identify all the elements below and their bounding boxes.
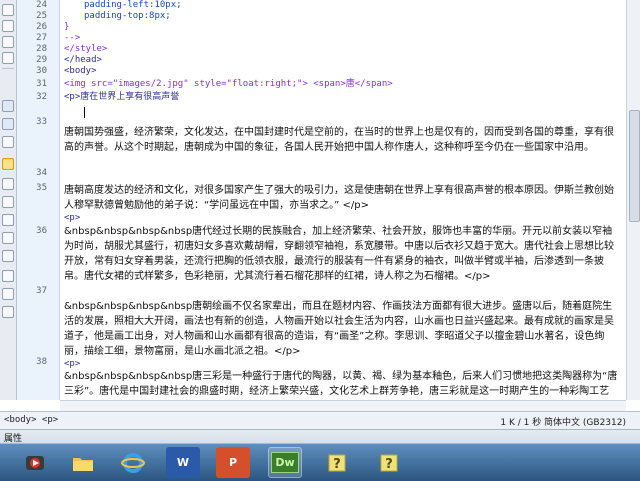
collapse-tag-icon[interactable] xyxy=(2,36,14,48)
line-number: 25 xyxy=(36,11,47,21)
line-number: 33 xyxy=(36,117,47,127)
select-parent-tag-icon[interactable] xyxy=(2,100,14,112)
recent-snippets-icon[interactable] xyxy=(2,232,14,244)
word-label: W xyxy=(176,456,190,469)
code-line: <p> xyxy=(64,213,81,223)
properties-panel-header[interactable]: 属性 xyxy=(0,429,640,444)
highlight-invalid-code-icon[interactable] xyxy=(2,158,14,170)
code-line: </head> xyxy=(64,55,102,65)
folder-icon[interactable] xyxy=(66,447,100,478)
code-line: } xyxy=(64,22,70,32)
line-number: 38 xyxy=(36,357,47,367)
tag-selector[interactable]: <body> <p> xyxy=(4,415,58,425)
line-number: 32 xyxy=(36,92,47,102)
code-view[interactable]: padding-left:10px; padding-top:8px; } --… xyxy=(60,0,626,400)
paragraph-text: &nbsp&nbsp&nbsp&nbsp唐三彩是一种盛行于唐代的陶器，以黄、褐、… xyxy=(64,371,618,397)
line-number: 28 xyxy=(36,44,47,54)
paragraph-text: &nbsp&nbsp&nbsp&nbsp唐代经过长期的民族融合，加上经济繁荣、社… xyxy=(64,226,614,282)
powerpoint-icon[interactable]: P xyxy=(216,447,250,478)
line-numbers-icon[interactable] xyxy=(2,136,14,148)
svg-text:?: ? xyxy=(385,457,393,472)
line-number: 34 xyxy=(36,168,47,178)
dreamweaver-label: Dw xyxy=(271,452,299,473)
dreamweaver-icon[interactable]: Dw xyxy=(268,447,302,478)
line-number: 29 xyxy=(36,55,47,65)
status-info: 1 K / 1 秒 简体中文 (GB2312) xyxy=(500,418,626,428)
line-number-gutter: 24 25 26 27 28 29 30 31 32 33 34 35 36 3… xyxy=(17,0,60,400)
apply-comment-icon[interactable] xyxy=(2,178,14,190)
line-number: 27 xyxy=(36,33,47,43)
line-number: 30 xyxy=(36,66,47,76)
taskbar: W P Dw ? ? xyxy=(0,443,640,481)
powerpoint-label: P xyxy=(228,456,238,469)
open-documents-icon[interactable] xyxy=(2,4,14,16)
scrollbar-thumb[interactable] xyxy=(629,110,640,222)
code-line: <body> xyxy=(64,66,97,76)
text-cursor xyxy=(84,107,85,118)
code-line: <p>唐在世界上享有很高声誉 xyxy=(64,92,180,102)
coding-toolbar xyxy=(0,0,17,400)
move-css-icon[interactable] xyxy=(2,250,14,262)
code-line: padding-top:8px; xyxy=(84,11,171,21)
line-number: 26 xyxy=(36,22,47,32)
paragraph-text: 唐朝高度发达的经济和文化，对很多国家产生了强大的吸引力，这是使唐朝在世界上享有很… xyxy=(64,185,614,211)
wrap-tag-icon[interactable] xyxy=(2,214,14,226)
code-line: </style> xyxy=(64,44,108,54)
internet-explorer-icon[interactable] xyxy=(116,447,150,478)
toolbar-divider xyxy=(2,68,14,69)
line-number: 24 xyxy=(36,0,47,10)
code-line: --> xyxy=(64,33,81,43)
line-number: 36 xyxy=(36,226,47,236)
outdent-code-icon[interactable] xyxy=(2,288,14,300)
line-number: 37 xyxy=(36,286,47,296)
vertical-scrollbar[interactable] xyxy=(626,0,640,400)
line-number: 35 xyxy=(36,183,47,193)
code-line: <img src="images/2.jpg" style="float:rig… xyxy=(64,79,393,89)
balance-braces-icon[interactable] xyxy=(2,118,14,130)
help-icon[interactable]: ? xyxy=(320,447,354,478)
show-code-navigator-icon[interactable] xyxy=(2,20,14,32)
format-source-icon[interactable] xyxy=(2,306,14,318)
media-player-icon[interactable] xyxy=(18,447,52,478)
code-line: padding-left:10px; xyxy=(84,0,182,10)
expand-all-icon[interactable] xyxy=(2,52,14,64)
word-icon[interactable]: W xyxy=(166,447,200,478)
line-number: 31 xyxy=(36,79,47,89)
help-icon[interactable]: ? xyxy=(372,447,406,478)
paragraph-text: &nbsp&nbsp&nbsp&nbsp唐朝绘画不仅名家辈出，而且在题材内容、作… xyxy=(64,301,614,357)
paragraph-text: 唐朝国势强盛，经济繁荣，文化发达，在中国封建时代是空前的，在当时的世界上也是仅有… xyxy=(64,127,614,153)
status-bar: <body> <p> 1 K / 1 秒 简体中文 (GB2312) xyxy=(0,411,640,429)
svg-text:?: ? xyxy=(333,457,341,472)
indent-code-icon[interactable] xyxy=(2,270,14,282)
remove-comment-icon[interactable] xyxy=(2,196,14,208)
